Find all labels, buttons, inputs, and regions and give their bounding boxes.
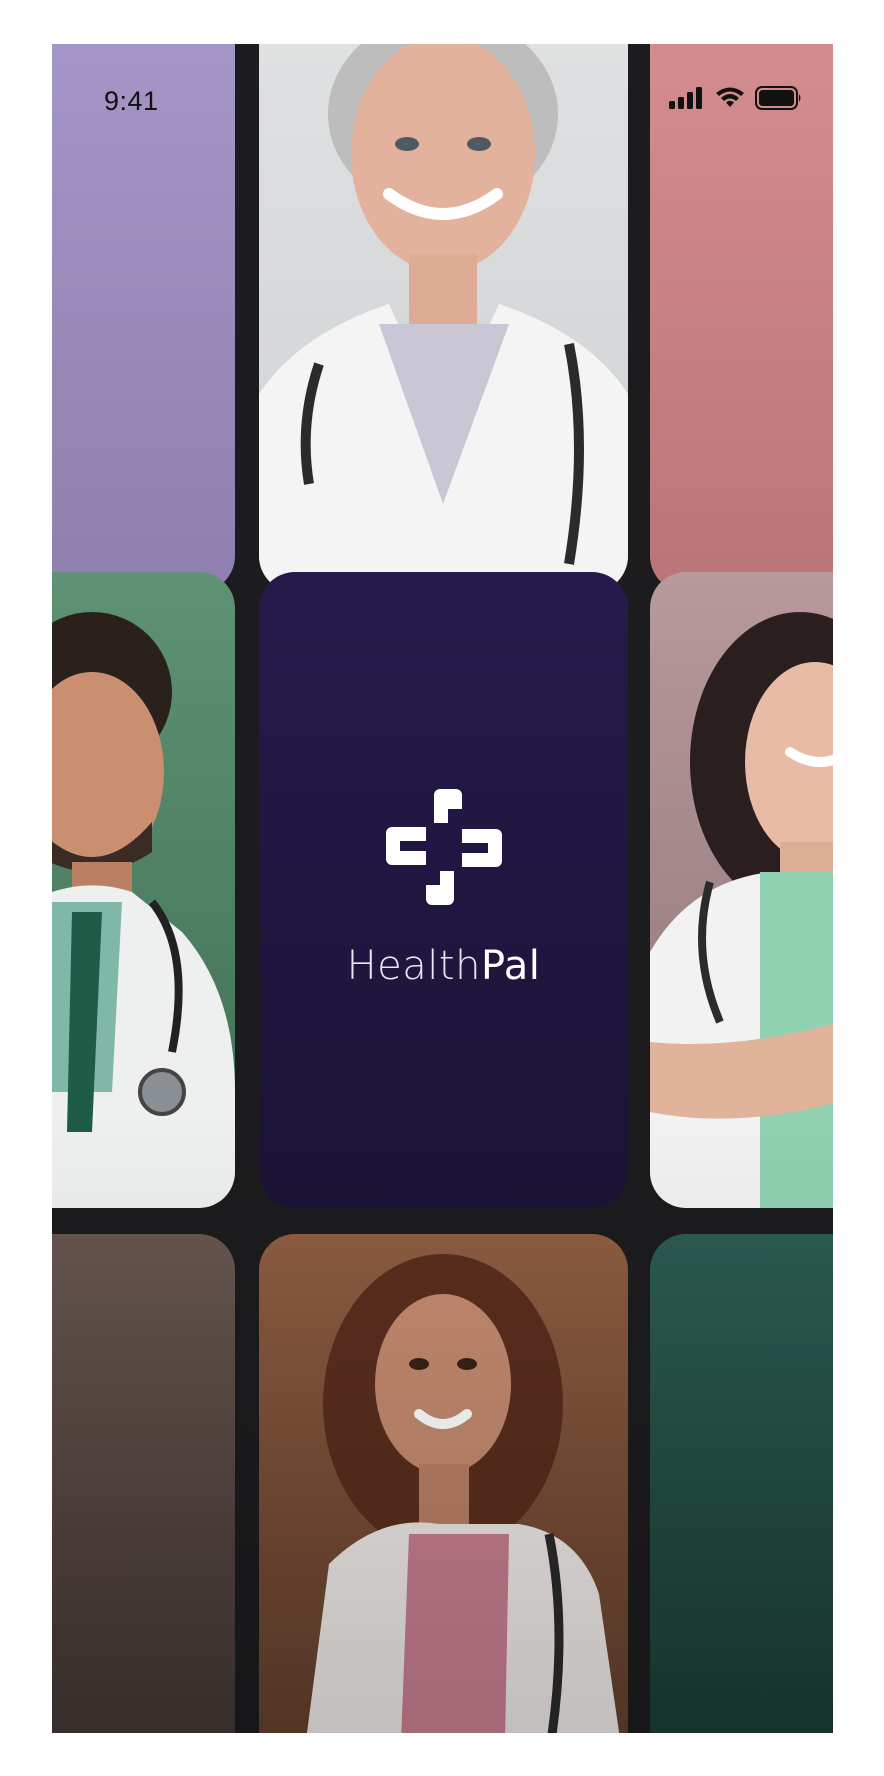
tile-doctor-woman-orange [259,1234,628,1733]
tile-brown [52,1234,235,1733]
status-time: 9:41 [104,86,159,116]
app-name: HealthPal [347,943,541,989]
doctor-portrait-image [52,612,235,1208]
doctor-portrait-image [650,612,833,1208]
battery-icon [755,86,801,110]
tile-doctor-man [52,572,235,1208]
tile-doctor-woman-pink [650,572,833,1208]
status-bar: 9:41 [52,44,833,154]
wifi-icon [716,87,744,107]
splash-screen: HealthPal 9:41 [52,44,833,1733]
app-name-bold: Pal [480,943,541,989]
doctor-portrait-image [306,1254,620,1733]
tile-logo: HealthPal [259,572,628,1208]
tile-teal [650,1234,833,1733]
healthpal-logo-icon [385,789,502,905]
signal-icon [669,87,702,109]
status-icons [669,86,803,110]
app-name-light: Health [346,943,481,989]
